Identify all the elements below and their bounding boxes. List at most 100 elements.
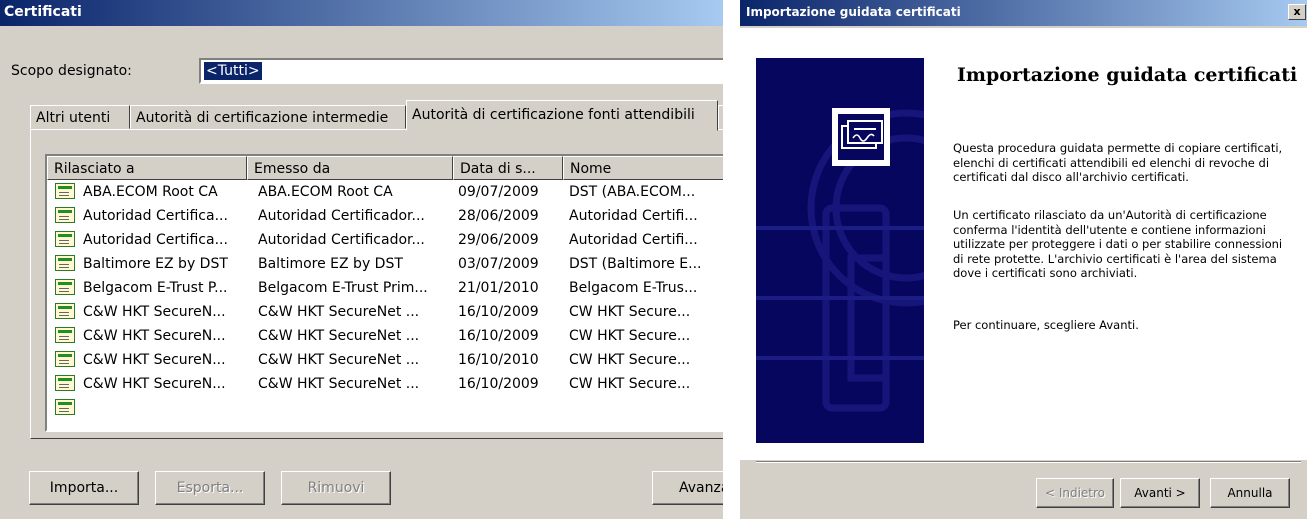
- tab-other-users[interactable]: Altri utenti: [30, 105, 130, 129]
- certificate-icon: [55, 399, 75, 415]
- advanced-button[interactable]: Avanzate: [652, 471, 723, 505]
- cell-issued-to: Autoridad Certifica...: [83, 208, 228, 224]
- certificate-icon: [55, 303, 75, 319]
- cell-name: CW HKT Secure...: [569, 328, 691, 344]
- column-issued-to[interactable]: Rilasciato a: [47, 156, 247, 180]
- cell-name: CW HKT Secure...: [569, 376, 691, 392]
- cell-date: 16/10/2009: [458, 376, 539, 392]
- certificate-icon: [55, 375, 75, 391]
- certificates-dialog: Certificati Scopo designato: <Tutti> Alt…: [0, 0, 723, 519]
- cell-issued-by: C&W HKT SecureNet ...: [258, 328, 420, 344]
- cell-issued-to: C&W HKT SecureN...: [83, 328, 226, 344]
- export-button[interactable]: Esporta...: [155, 471, 265, 505]
- back-button-label: < Indietro: [1044, 486, 1106, 500]
- scope-select[interactable]: <Tutti>: [199, 58, 723, 84]
- button-separator: [756, 461, 1301, 463]
- column-issued-by[interactable]: Emesso da: [247, 156, 453, 180]
- column-expiration-date[interactable]: Data di s...: [453, 156, 563, 180]
- close-button[interactable]: x: [1288, 4, 1306, 20]
- wizard-banner: [756, 58, 924, 443]
- cell-date: 21/01/2010: [458, 280, 539, 296]
- wizard-paragraph-intro: Questa procedura guidata permette di cop…: [953, 141, 1283, 184]
- table-row[interactable]: Autoridad Certifica... Autoridad Certifi…: [47, 228, 723, 252]
- cell-issued-by: Autoridad Certificador...: [258, 208, 425, 224]
- certificate-icon: [55, 327, 75, 343]
- tab-trusted-root-ca[interactable]: Autorità di certificazione fonti attendi…: [406, 100, 718, 131]
- column-friendly-name[interactable]: Nome: [563, 156, 723, 180]
- table-row[interactable]: C&W HKT SecureN... C&W HKT SecureNet ...…: [47, 348, 723, 372]
- remove-button-label: Rimuovi: [307, 480, 365, 496]
- cell-issued-to: Belgacom E-Trust P...: [83, 280, 228, 296]
- wizard-title-bar[interactable]: Importazione guidata certificati x: [740, 0, 1307, 26]
- wizard-paragraph-info: Un certificato rilasciato da un'Autorità…: [953, 208, 1283, 280]
- cell-date: 03/07/2009: [458, 256, 539, 272]
- cell-name: Autoridad Certifi...: [569, 208, 698, 224]
- cell-issued-to: C&W HKT SecureN...: [83, 352, 226, 368]
- wizard-content: Importazione guidata certificati Questa …: [740, 28, 1307, 460]
- export-button-label: Esporta...: [176, 480, 244, 496]
- cell-issued-to: Baltimore EZ by DST: [83, 256, 228, 272]
- tab-intermediate-ca-label: Autorità di certificazione intermedie: [136, 110, 389, 126]
- cell-issued-to: Autoridad Certifica...: [83, 232, 228, 248]
- certificate-list[interactable]: Rilasciato a Emesso da Data di s... Nome…: [45, 154, 723, 432]
- import-wizard-dialog: Importazione guidata certificati x Impor…: [739, 0, 1307, 519]
- tab-intermediate-ca[interactable]: Autorità di certificazione intermedie: [130, 105, 406, 129]
- certificates-title-bar[interactable]: Certificati: [0, 0, 723, 26]
- cell-date: 16/10/2009: [458, 304, 539, 320]
- table-row[interactable]: C&W HKT SecureN... C&W HKT SecureNet ...…: [47, 300, 723, 324]
- table-row[interactable]: Autoridad Certifica... Autoridad Certifi…: [47, 204, 723, 228]
- cell-name: DST (ABA.ECOM...: [569, 184, 696, 200]
- wizard-heading: Importazione guidata certificati: [957, 64, 1298, 86]
- cancel-button-label: Annulla: [1227, 486, 1273, 500]
- cell-issued-by: C&W HKT SecureNet ...: [258, 376, 420, 392]
- tab-more[interactable]: [718, 105, 723, 129]
- cell-name: Autoridad Certifi...: [569, 232, 698, 248]
- remove-button[interactable]: Rimuovi: [281, 471, 391, 505]
- table-row[interactable]: Belgacom E-Trust P... Belgacom E-Trust P…: [47, 276, 723, 300]
- import-button-label: Importa...: [49, 480, 119, 496]
- close-icon: x: [1293, 5, 1301, 18]
- cell-issued-by: C&W HKT SecureNet ...: [258, 304, 420, 320]
- certificate-icon: [832, 108, 890, 166]
- next-button-label: Avanti >: [1134, 486, 1186, 500]
- wizard-title: Importazione guidata certificati: [746, 5, 961, 19]
- import-button[interactable]: Importa...: [29, 471, 139, 505]
- cell-issued-to: ABA.ECOM Root CA: [83, 184, 218, 200]
- cell-date: 29/06/2009: [458, 232, 539, 248]
- cell-issued-by: Baltimore EZ by DST: [258, 256, 403, 272]
- cell-date: 16/10/2010: [458, 352, 539, 368]
- cell-issued-to: C&W HKT SecureN...: [83, 304, 226, 320]
- cell-date: 28/06/2009: [458, 208, 539, 224]
- certificate-icon: [55, 351, 75, 367]
- certificate-icon: [55, 183, 75, 199]
- scope-selected-value: <Tutti>: [203, 61, 263, 81]
- cell-issued-by: C&W HKT SecureNet ...: [258, 352, 420, 368]
- cell-name: CW HKT Secure...: [569, 352, 691, 368]
- cell-issued-by: Autoridad Certificador...: [258, 232, 425, 248]
- certificate-icon: [55, 231, 75, 247]
- certificates-title: Certificati: [4, 4, 82, 20]
- tab-trusted-root-ca-label: Autorità di certificazione fonti attendi…: [412, 107, 695, 123]
- cell-issued-to: C&W HKT SecureN...: [83, 376, 226, 392]
- advanced-button-label: Avanzate: [679, 480, 723, 496]
- cell-date: 09/07/2009: [458, 184, 539, 200]
- cancel-button[interactable]: Annulla: [1210, 478, 1290, 508]
- scope-label: Scopo designato:: [11, 63, 132, 79]
- back-button[interactable]: < Indietro: [1036, 478, 1114, 508]
- cell-name: CW HKT Secure...: [569, 304, 691, 320]
- tab-other-users-label: Altri utenti: [36, 110, 111, 126]
- table-row[interactable]: C&W HKT SecureN... C&W HKT SecureNet ...…: [47, 372, 723, 396]
- list-header: Rilasciato a Emesso da Data di s... Nome: [47, 156, 723, 180]
- cell-name: DST (Baltimore E...: [569, 256, 702, 272]
- cell-issued-by: ABA.ECOM Root CA: [258, 184, 393, 200]
- table-row[interactable]: Baltimore EZ by DST Baltimore EZ by DST …: [47, 252, 723, 276]
- wizard-banner-art: [756, 108, 924, 412]
- certificate-icon: [55, 255, 75, 271]
- table-row-partial[interactable]: [47, 396, 723, 420]
- cell-name: Belgacom E-Trus...: [569, 280, 698, 296]
- certificate-icon: [55, 279, 75, 295]
- next-button[interactable]: Avanti >: [1120, 478, 1200, 508]
- table-row[interactable]: ABA.ECOM Root CA ABA.ECOM Root CA 09/07/…: [47, 180, 723, 204]
- table-row[interactable]: C&W HKT SecureN... C&W HKT SecureNet ...…: [47, 324, 723, 348]
- wizard-paragraph-continue: Per continuare, scegliere Avanti.: [953, 318, 1139, 332]
